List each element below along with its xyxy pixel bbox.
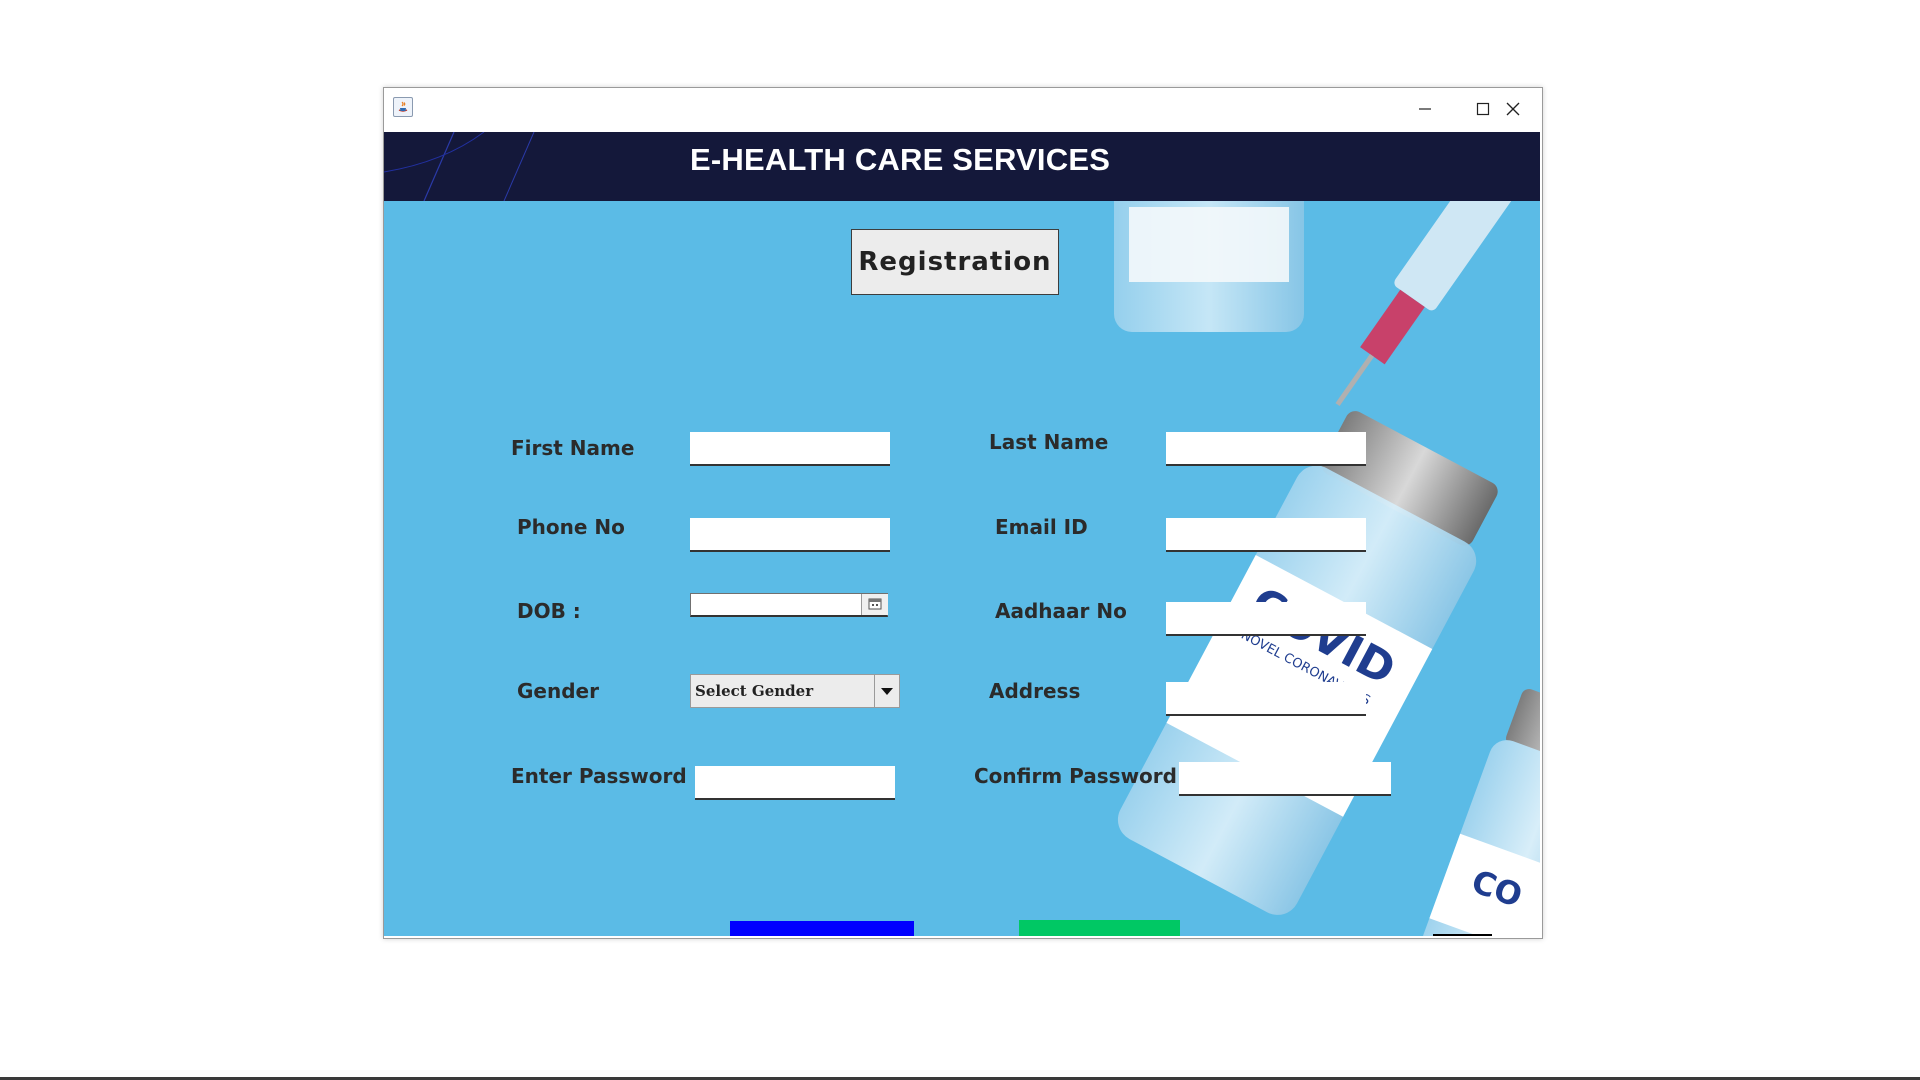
confirm-password-label: Confirm Password	[974, 764, 1177, 788]
first-name-label: First Name	[511, 436, 635, 460]
password-field[interactable]	[695, 766, 895, 800]
last-name-label: Last Name	[989, 430, 1109, 454]
password-label: Enter Password	[511, 764, 687, 788]
gender-dropdown-button[interactable]	[874, 675, 899, 707]
minimize-button[interactable]	[1396, 88, 1454, 132]
address-field[interactable]	[1166, 682, 1366, 716]
aadhaar-label: Aadhaar No	[995, 599, 1127, 623]
registration-heading: Registration	[851, 229, 1059, 295]
dob-field[interactable]	[691, 594, 865, 614]
calendar-icon	[868, 595, 882, 614]
email-label: Email ID	[995, 515, 1088, 539]
title-bar	[384, 88, 1542, 132]
gender-select[interactable]: Select Gender	[690, 674, 900, 708]
first-name-field[interactable]	[690, 432, 890, 466]
email-field[interactable]	[1166, 518, 1366, 552]
last-name-field[interactable]	[1166, 432, 1366, 466]
app-window: COVID NOVEL CORONAVIRUS CO E-HEALTH CARE…	[383, 87, 1543, 939]
java-icon	[393, 97, 413, 117]
chevron-down-icon	[881, 682, 893, 700]
aadhaar-field[interactable]	[1166, 602, 1366, 636]
confirm-password-field[interactable]	[1179, 762, 1391, 796]
minimize-icon	[1418, 101, 1432, 120]
submit-button[interactable]: Submit	[730, 921, 914, 936]
gender-label: Gender	[517, 679, 599, 703]
calendar-button[interactable]	[861, 594, 888, 615]
back-button[interactable]	[1433, 934, 1492, 936]
phone-field[interactable]	[690, 518, 890, 552]
gender-selected-value: Select Gender	[695, 682, 814, 700]
registration-panel: COVID NOVEL CORONAVIRUS CO E-HEALTH CARE…	[384, 132, 1540, 936]
close-button[interactable]	[1484, 88, 1542, 132]
close-icon	[1506, 101, 1520, 120]
dob-date-picker	[690, 593, 888, 617]
address-label: Address	[989, 679, 1081, 703]
reset-button[interactable]: Reset	[1019, 920, 1180, 936]
phone-label: Phone No	[517, 515, 625, 539]
dob-label: DOB :	[517, 599, 581, 623]
app-title: E-HEALTH CARE SERVICES	[690, 142, 1111, 177]
header-banner: E-HEALTH CARE SERVICES	[384, 132, 1540, 201]
